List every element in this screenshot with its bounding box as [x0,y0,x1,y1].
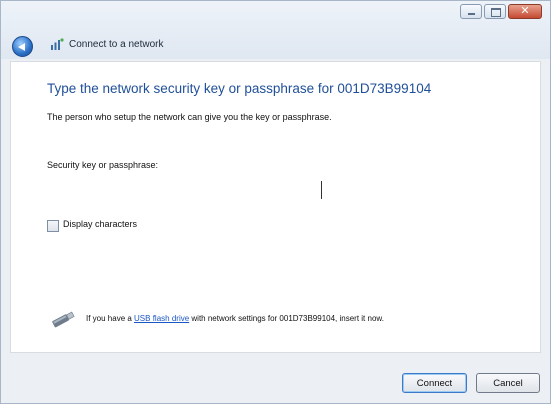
content-panel: Type the network security key or passphr… [10,61,541,353]
caption-buttons: ✕ [458,4,542,19]
page-heading: Type the network security key or passphr… [47,81,432,96]
window-title: Connect to a network [69,39,164,50]
text-caret [321,181,322,199]
minimize-icon [468,13,475,15]
usb-flash-drive-link[interactable]: USB flash drive [134,314,189,323]
usb-hint-prefix: If you have a [86,314,135,323]
wireless-network-icon [51,38,64,50]
cancel-button[interactable]: Cancel [476,373,540,393]
security-key-label: Security key or passphrase: [47,160,159,170]
security-key-input[interactable] [47,176,319,198]
usb-hint: If you have a USB flash drive with netwo… [86,314,384,323]
connect-network-window: ✕ Connect to a network Type the network … [0,0,551,404]
usb-hint-suffix: with network settings for 001D73B99104, … [189,314,384,323]
maximize-button[interactable] [484,4,506,19]
usb-drive-icon [52,311,75,328]
description-text: The person who setup the network can giv… [47,112,332,122]
display-characters-checkbox[interactable] [47,220,59,232]
connect-button[interactable]: Connect [402,373,467,393]
minimize-button[interactable] [460,4,482,19]
back-arrow-icon[interactable] [12,36,33,57]
display-characters-label: Display characters [63,219,138,229]
maximize-icon [491,8,501,17]
close-icon: ✕ [520,5,530,17]
close-button[interactable]: ✕ [508,4,542,19]
